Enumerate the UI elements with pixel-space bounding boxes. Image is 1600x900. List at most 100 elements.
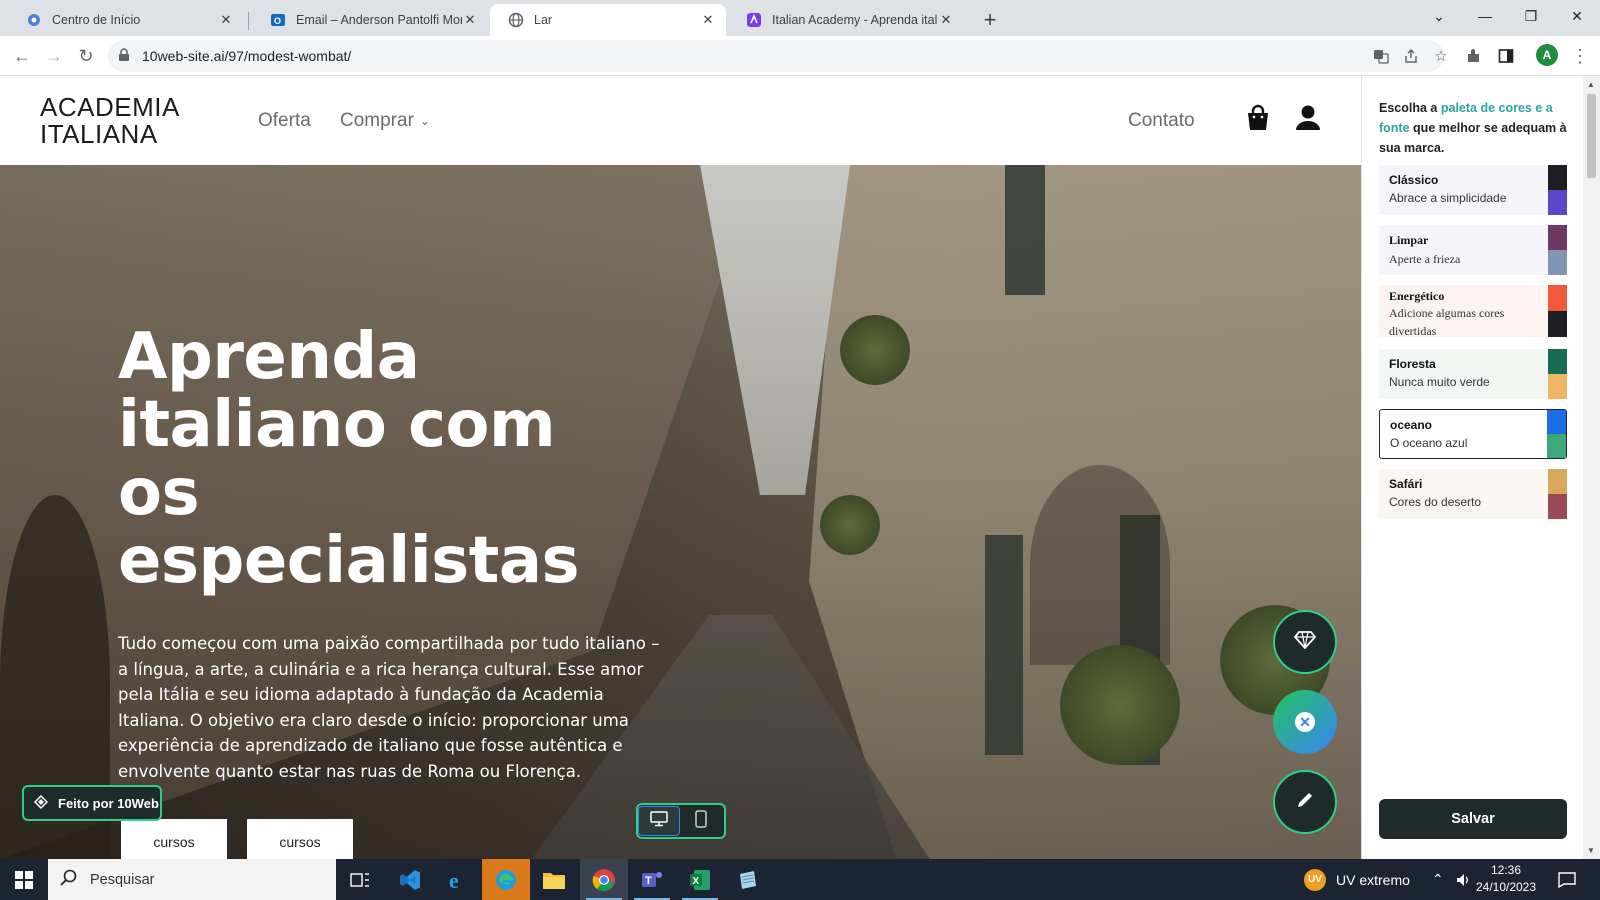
hero-button-courses-2[interactable]: cursos xyxy=(247,819,353,859)
nav-buy[interactable]: Comprar ⌄ xyxy=(340,110,430,132)
scroll-down-icon[interactable]: ▼ xyxy=(1587,846,1595,855)
palette-swatch xyxy=(1547,410,1566,458)
shopping-bag-icon[interactable] xyxy=(1245,104,1273,134)
palette-option-floresta[interactable]: Floresta Nunca muito verde xyxy=(1379,349,1567,399)
palette-subtitle: O oceano azul xyxy=(1390,436,1468,450)
intro-highlight-2: fonte xyxy=(1379,121,1410,135)
side-panel-icon[interactable] xyxy=(1492,42,1520,70)
palette-option-limpar[interactable]: Limpar Aperte a frieza xyxy=(1379,225,1567,275)
close-icon[interactable]: ✕ xyxy=(700,12,716,28)
minimize-button[interactable]: — xyxy=(1462,0,1508,32)
palette-subtitle: Aperte a frieza xyxy=(1389,252,1461,266)
device-preview-toggle xyxy=(636,803,726,839)
palette-swatch xyxy=(1548,349,1567,399)
uv-badge-icon: UV xyxy=(1304,868,1326,891)
scrollbar-thumb[interactable] xyxy=(1587,94,1596,178)
task-view-icon[interactable] xyxy=(336,859,384,900)
teams-icon[interactable]: T xyxy=(628,859,676,900)
taskbar-clock[interactable]: 12:36 24/10/2023 xyxy=(1466,862,1546,896)
palette-option-oceano[interactable]: oceano O oceano azul xyxy=(1379,409,1567,459)
close-icon[interactable]: ✕ xyxy=(218,12,234,28)
file-explorer-icon[interactable] xyxy=(530,859,578,900)
premium-diamond-button[interactable] xyxy=(1273,610,1337,674)
palette-name: oceano xyxy=(1390,418,1433,432)
palette-name: Limpar xyxy=(1389,233,1429,247)
edge-icon[interactable] xyxy=(482,859,530,900)
close-icon[interactable]: ✕ xyxy=(462,12,478,28)
palette-option-classico[interactable]: Clássico Abrace a simplicidade xyxy=(1379,165,1567,215)
desktop-view-button[interactable] xyxy=(638,806,680,836)
close-panel-button[interactable]: ✕ xyxy=(1273,690,1337,754)
svg-text:O: O xyxy=(274,16,281,26)
menu-dots-icon[interactable]: ⋮ xyxy=(1566,42,1594,70)
hero-section: Aprenda italiano com os especialistas Tu… xyxy=(0,165,1361,859)
tab-email[interactable]: O Email – Anderson Pantolfi Morac ✕ xyxy=(252,4,488,36)
show-hidden-icons-icon[interactable]: ⌃ xyxy=(1432,859,1444,900)
windows-start-button[interactable] xyxy=(0,859,48,900)
user-account-icon[interactable] xyxy=(1295,104,1323,134)
panel-intro-text: Escolha a paleta de cores e a fonte que … xyxy=(1379,98,1571,158)
swatch-color-1 xyxy=(1548,469,1567,494)
palette-subtitle: Cores do deserto xyxy=(1389,495,1482,509)
diamond-icon xyxy=(1293,630,1317,654)
palette-swatch xyxy=(1548,165,1567,215)
share-icon[interactable] xyxy=(1402,47,1420,65)
palette-option-safari[interactable]: Safári Cores do deserto xyxy=(1379,469,1567,519)
tab-centro-de-inicio[interactable]: Centro de Início ✕ xyxy=(8,4,244,36)
hero-body-text: Tudo começou com uma paixão compartilhad… xyxy=(118,634,660,781)
page-scrollbar[interactable]: ▲ ▼ xyxy=(1583,76,1600,859)
profile-avatar[interactable]: A xyxy=(1536,44,1558,66)
tab-title: Lar xyxy=(534,13,553,27)
site-header: ACADEMIA ITALIANA Oferta Comprar ⌄ Contat… xyxy=(0,76,1361,165)
palette-subtitle: Adicione algumas cores divertidas xyxy=(1389,306,1505,338)
new-tab-button[interactable]: + xyxy=(976,6,1004,34)
chrome-icon[interactable] xyxy=(580,859,628,900)
palette-option-energetico[interactable]: Energético Adicione algumas cores divert… xyxy=(1379,285,1567,338)
mobile-view-button[interactable] xyxy=(680,806,722,836)
tab-title: Italian Academy - Aprenda italia xyxy=(772,13,938,27)
notifications-icon[interactable] xyxy=(1558,859,1576,900)
nav-offer[interactable]: Oferta xyxy=(258,110,311,132)
taskbar-search[interactable]: Pesquisar xyxy=(48,859,336,900)
clock-time: 12:36 xyxy=(1490,863,1522,877)
notes-app-icon[interactable] xyxy=(724,859,772,900)
translate-icon[interactable] xyxy=(1372,47,1390,65)
logo-line-2: ITALIANA xyxy=(40,119,158,149)
extensions-icon[interactable] xyxy=(1460,42,1488,70)
palette-swatch xyxy=(1548,225,1567,275)
swatch-color-2 xyxy=(1548,374,1567,399)
hero-button-courses[interactable]: cursos xyxy=(121,819,227,859)
excel-icon[interactable]: X xyxy=(676,859,724,900)
tab-italian-academy[interactable]: Italian Academy - Aprenda italia ✕ xyxy=(728,4,964,36)
browser-tab-strip: Centro de Início ✕ O Email – Anderson Pa… xyxy=(0,0,1600,36)
close-window-button[interactable]: ✕ xyxy=(1554,0,1600,32)
address-bar[interactable]: 10web-site.ai/97/modest-wombat/ ☆ xyxy=(108,40,1448,72)
palette-subtitle: Nunca muito verde xyxy=(1389,375,1490,389)
hero-image-plant xyxy=(840,315,910,385)
edit-site-button[interactable] xyxy=(1273,770,1337,834)
weather-widget[interactable]: UV UV extremo xyxy=(1304,859,1410,900)
tab-search-button[interactable]: ⌄ xyxy=(1416,0,1462,32)
forward-button[interactable]: → xyxy=(40,42,68,70)
tab-separator xyxy=(248,12,249,30)
swatch-color-2 xyxy=(1548,311,1567,337)
save-button[interactable]: Salvar xyxy=(1379,799,1567,839)
close-icon[interactable]: ✕ xyxy=(938,12,954,28)
internet-explorer-icon[interactable]: e xyxy=(434,859,482,900)
swatch-color-2 xyxy=(1548,494,1567,519)
reload-button[interactable]: ↻ xyxy=(72,42,100,70)
hero-image-shutter xyxy=(985,535,1023,755)
swatch-color-1 xyxy=(1547,410,1566,434)
site-logo[interactable]: ACADEMIA ITALIANA xyxy=(40,94,180,148)
vscode-icon[interactable] xyxy=(386,859,434,900)
back-button[interactable]: ← xyxy=(8,42,36,70)
made-by-10web-badge[interactable]: Feito por 10Web xyxy=(22,785,162,821)
bookmark-star-icon[interactable]: ☆ xyxy=(1432,47,1450,65)
restore-button[interactable]: ❐ xyxy=(1508,0,1554,32)
nav-buy-label: Comprar xyxy=(340,110,414,131)
svg-text:e: e xyxy=(449,868,459,892)
tab-lar[interactable]: Lar ✕ xyxy=(490,4,726,36)
palette-name: Clássico xyxy=(1389,173,1439,187)
scroll-up-icon[interactable]: ▲ xyxy=(1587,80,1595,89)
nav-contact[interactable]: Contato xyxy=(1128,110,1195,132)
